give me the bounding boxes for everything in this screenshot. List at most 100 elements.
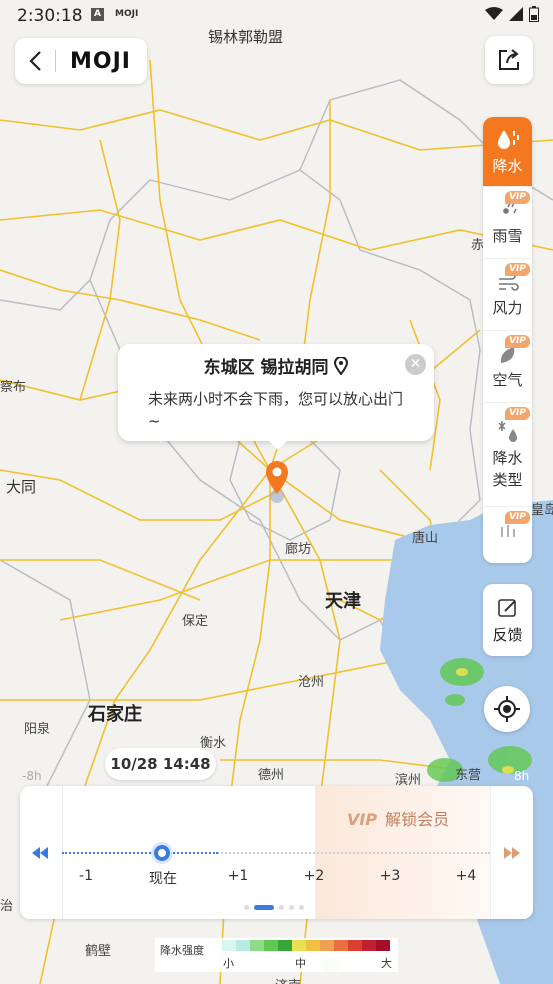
app-notification-icon: A — [91, 8, 104, 21]
battery-icon — [529, 6, 539, 22]
top-nav-bar: MOJI — [15, 38, 147, 84]
forward-button[interactable] — [504, 844, 520, 863]
legend-swatch — [320, 940, 334, 951]
legend-color-bar — [222, 940, 390, 951]
vip-badge: VIP — [505, 511, 530, 524]
vip-badge: VIP — [505, 263, 530, 276]
map-label-jinan: 济南 — [275, 975, 301, 984]
feedback-label: 反馈 — [492, 625, 523, 644]
share-button[interactable] — [485, 36, 533, 84]
vip-tag: VIP — [347, 810, 378, 829]
feedback-button[interactable]: 反馈 — [483, 584, 532, 656]
layer-label: 降水 — [492, 156, 523, 175]
timeline-edge-left: -8h — [22, 769, 42, 783]
legend-swatch — [348, 940, 362, 951]
legend-title: 降水强度 — [160, 944, 204, 957]
page-dot-active — [254, 905, 274, 910]
vip-unlock-text: 解锁会员 — [385, 810, 450, 829]
timeline-track-progress — [62, 852, 218, 854]
timeline-tick: -1 — [79, 868, 93, 884]
map-label-chabu: 察布 — [0, 380, 27, 395]
share-icon — [499, 49, 519, 70]
timeline-tick: +2 — [303, 868, 325, 884]
map-label-hebi: 鹤壁 — [85, 944, 112, 959]
map-label-tangshan: 唐山 — [412, 531, 439, 546]
timeline-slider-knob[interactable] — [151, 842, 173, 864]
map-label-cangzhou: 沧州 — [298, 675, 325, 690]
legend-swatch — [376, 940, 390, 951]
timeline-tick: 现在 — [149, 871, 177, 887]
map-region-label: 锡林郭勒盟 — [208, 28, 284, 46]
divider — [490, 786, 491, 919]
legend-swatch — [292, 940, 306, 951]
location-marker[interactable] — [264, 460, 290, 512]
current-time-label: 10/28 14:48 — [105, 748, 216, 780]
map-label-baoding: 保定 — [182, 614, 209, 629]
popup-close-button[interactable]: ✕ — [405, 354, 426, 375]
vip-badge: VIP — [505, 407, 530, 420]
legend-swatch — [334, 940, 348, 951]
layer-item-air[interactable]: VIP 空气 — [483, 331, 532, 403]
signal-icon — [509, 7, 523, 21]
page-dot — [279, 905, 284, 910]
rewind-icon — [32, 847, 48, 859]
precip-type-icon — [497, 420, 517, 442]
legend-swatch — [250, 940, 264, 951]
map-label-yangquan: 阳泉 — [24, 722, 51, 737]
legend-low: 小 — [223, 957, 234, 970]
layer-label: 风力 — [492, 298, 523, 317]
layer-item-precipitation[interactable]: 降水 — [483, 117, 532, 187]
layer-item-precip-type[interactable]: VIP 降水类型 — [483, 403, 532, 507]
legend-swatch — [236, 940, 250, 951]
map-label-dongying: 东营 — [455, 768, 482, 783]
rain-drop-icon — [497, 129, 519, 149]
timeline-edge-right: 8h — [514, 769, 530, 783]
timeline-tick: +3 — [379, 868, 401, 884]
legend-swatch — [362, 940, 376, 951]
map-label-huangdao: 皇岛 — [531, 503, 553, 518]
map-label-tianjin: 天津 — [325, 591, 361, 612]
layer-label: 空气 — [492, 370, 523, 389]
map-label-zhi: 治 — [0, 899, 14, 914]
status-time: 2:30:18 — [17, 6, 83, 26]
rewind-button[interactable] — [32, 844, 48, 863]
location-pin-icon — [334, 356, 349, 376]
legend-mid: 中 — [295, 957, 306, 970]
legend-high: 大 — [381, 957, 392, 970]
location-popup: 东城区 锡拉胡同 ✕ 未来两小时不会下雨，您可以放心出门~ — [118, 344, 434, 450]
map-label-langfang: 廊坊 — [285, 542, 312, 557]
legend-swatch — [278, 940, 292, 951]
timeline-tick: +4 — [455, 868, 477, 884]
layer-item-rain-snow[interactable]: VIP 雨雪 — [483, 187, 532, 259]
popup-title: 东城区 锡拉胡同 — [118, 353, 434, 378]
wifi-icon — [485, 7, 503, 20]
layer-selector-panel: 降水 VIP 雨雪 VIP 风力 VIP 空气 VIP 降水类型 VIP — [483, 117, 532, 563]
page-dot — [244, 905, 249, 910]
page-dot — [289, 905, 294, 910]
moji-notification-icon: MOJI — [115, 9, 139, 19]
layer-label: 降水类型 — [492, 448, 523, 489]
legend-swatch — [222, 940, 236, 951]
map-label-dezhou: 德州 — [258, 768, 285, 783]
page-dot — [299, 905, 304, 910]
map-pin-icon — [266, 461, 288, 503]
timeline-panel: VIP 解锁会员 -1 现在 +1 +2 +3 +4 — [20, 786, 533, 919]
map-label-shijiazhuang: 石家庄 — [88, 704, 142, 725]
edit-icon — [497, 598, 516, 617]
layer-label: 雨雪 — [492, 226, 523, 245]
map-label-datong: 大同 — [6, 478, 37, 496]
layer-item-wind[interactable]: VIP 风力 — [483, 259, 532, 331]
close-icon: ✕ — [409, 356, 422, 372]
fast-forward-icon — [504, 847, 520, 859]
timeline-tick: +1 — [227, 868, 249, 884]
layer-item-temperature[interactable]: VIP — [483, 507, 532, 547]
popup-message: 未来两小时不会下雨，您可以放心出门~ — [148, 390, 404, 430]
page-indicator — [244, 905, 304, 910]
precipitation-legend: 降水强度 小 中 大 — [155, 938, 398, 972]
locate-button[interactable] — [484, 686, 530, 732]
back-button[interactable] — [15, 38, 55, 84]
vip-badge: VIP — [505, 191, 530, 204]
legend-swatch — [264, 940, 278, 951]
vip-badge: VIP — [505, 335, 530, 348]
moji-logo: MOJI — [70, 48, 131, 74]
